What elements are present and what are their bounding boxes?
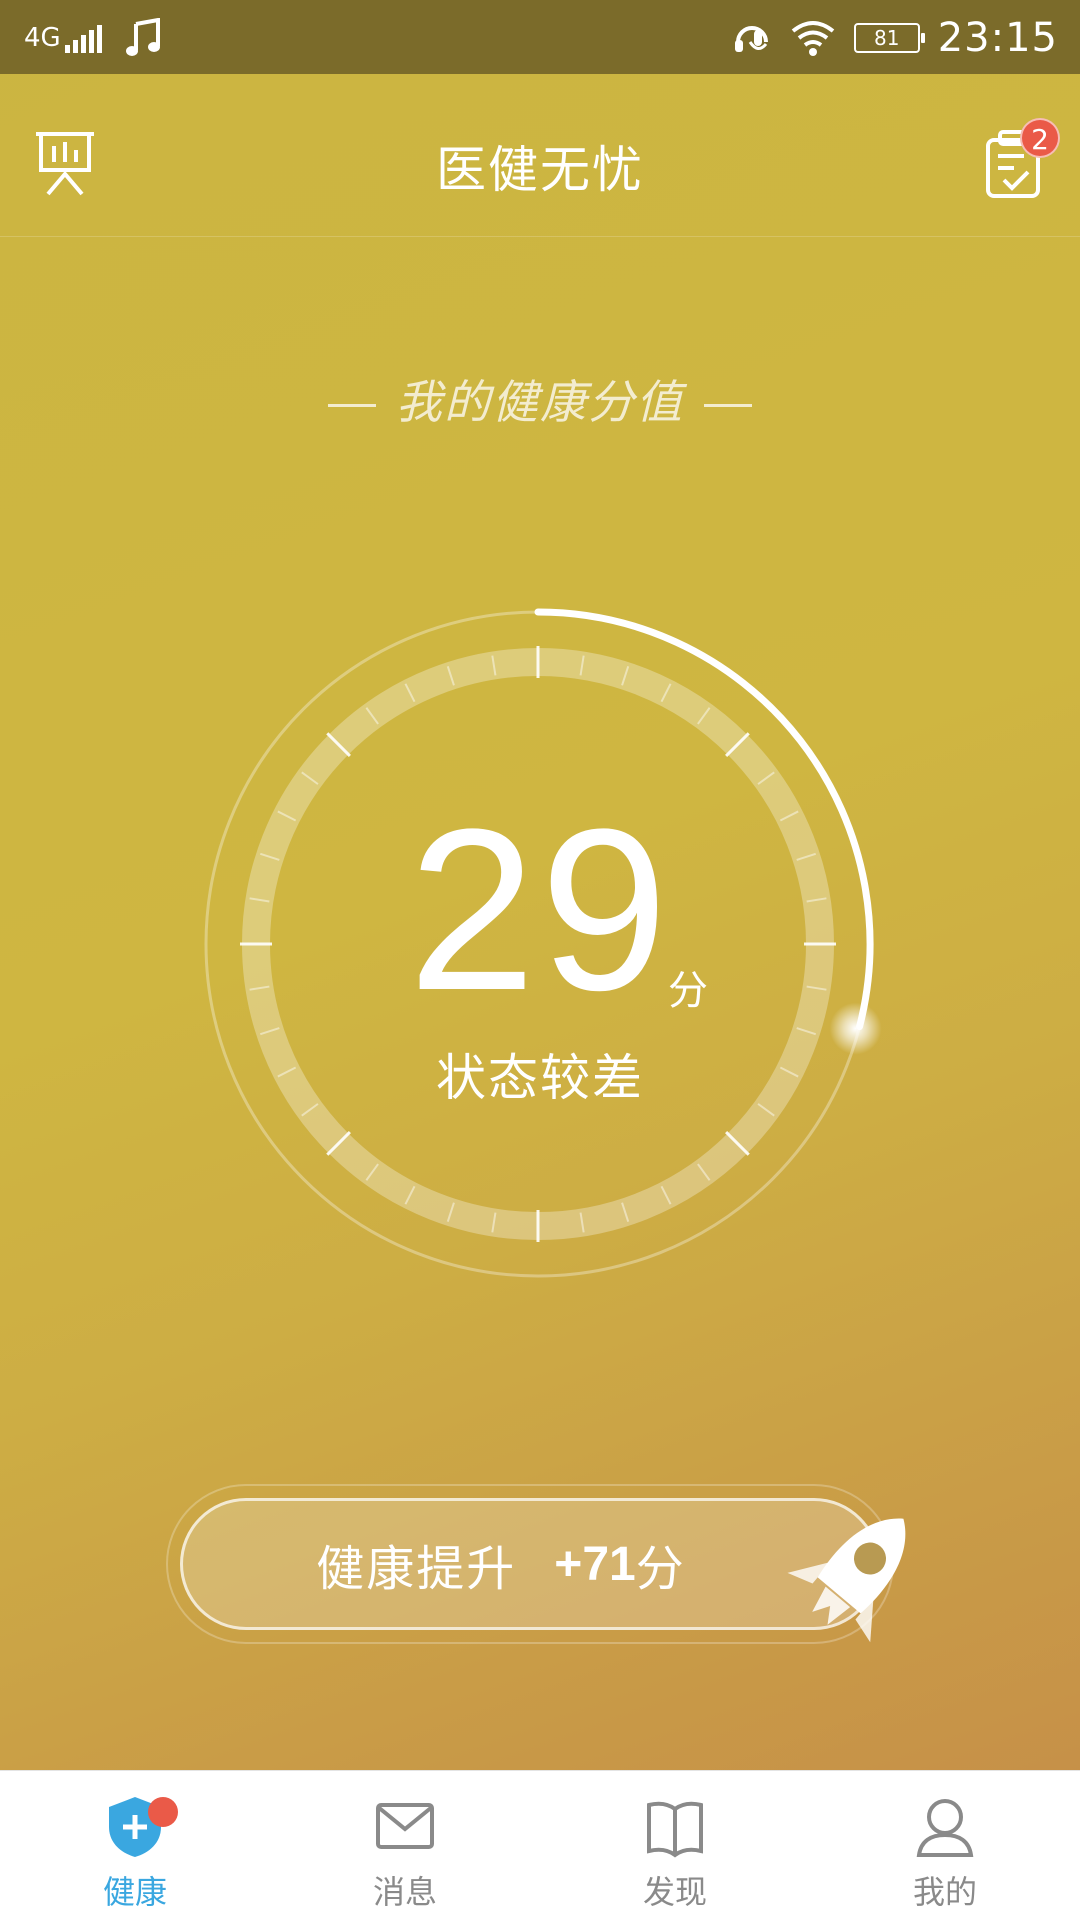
gauge-tick	[259, 1027, 280, 1036]
gauge-tick	[697, 1163, 711, 1181]
status-right: 81 23:15	[732, 10, 1058, 66]
status-left: 4G	[24, 16, 162, 60]
gauge-tick	[404, 683, 416, 703]
gauge-tick	[725, 732, 750, 757]
gauge-tick	[579, 655, 585, 676]
mail-icon	[376, 1803, 434, 1849]
score-status: 状态较差	[436, 1049, 644, 1107]
gauge-tick	[326, 1131, 351, 1156]
battery-icon: 81	[853, 23, 925, 53]
gauge-tick	[660, 1185, 672, 1205]
gauge-tick	[697, 707, 711, 725]
gauge-tick	[757, 771, 775, 785]
tab-mine[interactable]: 我的	[810, 1771, 1080, 1920]
subtitle-text: 我的健康分值	[396, 375, 684, 429]
score-subtitle: 我的健康分值	[0, 366, 1080, 432]
gauge-tick	[621, 1202, 630, 1223]
header-divider	[0, 236, 1080, 237]
subtitle-dash-right	[704, 404, 752, 407]
gauge-tick	[404, 1185, 416, 1205]
score-value: 29	[408, 781, 672, 1038]
gauge-tick	[491, 655, 497, 676]
user-icon	[916, 1799, 974, 1857]
tab-discover[interactable]: 发现	[540, 1771, 810, 1920]
gauge-tick	[579, 1212, 585, 1233]
network-type: 4G	[24, 23, 61, 53]
subtitle-dash-left	[328, 404, 376, 407]
clock: 23:15	[937, 15, 1058, 61]
score-unit: 分	[668, 968, 708, 1014]
gauge-tick	[725, 1131, 750, 1156]
headset-icon	[734, 26, 768, 52]
gauge-tick	[796, 1027, 817, 1036]
music-note-icon	[125, 18, 160, 56]
battery-level: 81	[873, 26, 900, 50]
gauge-tick	[446, 665, 455, 686]
tab-label: 健康	[102, 1873, 167, 1911]
improve-points-unit: 分	[635, 1541, 684, 1597]
tab-health[interactable]: 健康	[0, 1771, 270, 1920]
improve-label: 健康提升	[316, 1541, 517, 1597]
notification-badge: 2	[1020, 118, 1060, 158]
rocket-icon	[787, 1518, 906, 1643]
bottom-tab-bar: 健康 消息 发现 我的	[0, 1770, 1080, 1920]
tab-label: 消息	[372, 1873, 437, 1911]
tab-label: 我的	[912, 1873, 977, 1911]
gauge-tick	[491, 1212, 497, 1233]
tab-label: 发现	[642, 1873, 707, 1911]
app-title: 医健无忧	[436, 141, 644, 199]
book-icon	[647, 1801, 703, 1858]
gauge-tick	[621, 665, 630, 686]
gauge-tick	[326, 732, 351, 757]
signal-icon: 4G	[24, 23, 102, 53]
improve-points: +71	[554, 1537, 636, 1591]
status-bar: 4G 81 23:15	[0, 0, 1080, 74]
tab-health-dot	[148, 1797, 178, 1827]
gauge-tick	[365, 1163, 379, 1181]
gauge-tick	[660, 683, 672, 703]
gauge-tick	[365, 707, 379, 725]
gauge-tick	[446, 1202, 455, 1223]
wifi-icon	[791, 21, 834, 56]
app-header: 医健无忧	[0, 74, 1080, 236]
screen: 4G 81 23:15 医健无忧 2 我的健康分值 29 分 状态较差 健康提升…	[0, 0, 1080, 1920]
tab-messages[interactable]: 消息	[270, 1771, 540, 1920]
gauge-tick	[301, 771, 319, 785]
